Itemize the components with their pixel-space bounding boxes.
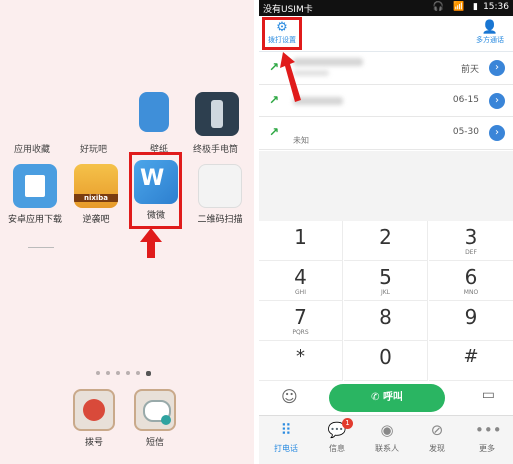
- key-5[interactable]: 5 JKL: [344, 261, 428, 301]
- wallpaper-icon: [139, 92, 169, 132]
- status-bar: 没有USIM卡 🎧 📶 ▮ 15:36: [259, 0, 513, 16]
- call-log-empty-area: [259, 151, 513, 221]
- app-icon-tag: nixiba: [74, 194, 118, 202]
- home-screen: 应用收藏 好玩吧 壁纸 终极手电筒 安卓应用下载 nixiba 逆袭吧 W 微微…: [0, 0, 254, 464]
- red-arrow-icon: [140, 228, 162, 258]
- key-star[interactable]: *: [259, 341, 343, 381]
- page-dot-active: [146, 371, 151, 376]
- tab-label: 更多: [479, 444, 495, 453]
- compass-icon: ⊘: [430, 421, 444, 439]
- call-detail-button[interactable]: ›: [489, 93, 505, 109]
- page-dot: [96, 371, 100, 375]
- call-button[interactable]: ✆ 呼叫: [329, 384, 445, 412]
- highlight-box: [262, 17, 302, 50]
- qr-scan-icon: [198, 164, 242, 208]
- app-flashlight[interactable]: [187, 92, 247, 136]
- outgoing-call-icon: ↗: [269, 125, 280, 139]
- multi-party-call-button[interactable]: 👤 多方通话: [470, 20, 510, 45]
- message-icon: 💬 1: [325, 418, 353, 441]
- tab-messages[interactable]: 💬 1 信息: [312, 418, 362, 454]
- more-icon: •••: [475, 421, 502, 439]
- call-detail-button[interactable]: ›: [489, 60, 505, 76]
- partial-label: 终极手电筒: [193, 145, 239, 155]
- dock-app-dialer[interactable]: 拨号: [64, 389, 124, 448]
- dial-action-bar: ☺ ✆ 呼叫 ▭: [259, 381, 513, 415]
- key-7[interactable]: 7 PQRS: [259, 301, 343, 341]
- clock: 15:36: [483, 2, 509, 12]
- partial-label: 好玩吧: [80, 145, 108, 155]
- key-1[interactable]: 1: [259, 221, 343, 261]
- status-icons: 🎧 📶 ▮: [432, 2, 481, 12]
- app-nixiba[interactable]: nixiba 逆袭吧: [66, 164, 126, 225]
- shopping-bag-icon: [13, 164, 57, 208]
- tab-discover[interactable]: ⊘ 发现: [412, 419, 462, 454]
- app-android-download[interactable]: 安卓应用下载: [5, 164, 65, 225]
- flashlight-icon: [195, 92, 239, 136]
- dialer-screen: 没有USIM卡 🎧 📶 ▮ 15:36 ⚙ 拨打设置 👤 多方通话 ↗ 前天 ›…: [259, 0, 513, 464]
- call-date: 05-30: [452, 127, 479, 137]
- dial-keypad: 1 2 3 DEF 4 GHI 5 JKL 6 MNO 7 PQRS 8 9 * 0 #: [259, 221, 513, 381]
- caller-label: 未知: [293, 136, 309, 145]
- call-button-label: 呼叫: [382, 392, 403, 403]
- page-dot: [126, 371, 130, 375]
- key-9[interactable]: 9: [429, 301, 513, 341]
- tab-more[interactable]: ••• 更多: [462, 419, 512, 454]
- partial-label: 应用收藏: [14, 145, 51, 155]
- sms-icon: [134, 389, 176, 431]
- key-3[interactable]: 3 DEF: [429, 221, 513, 261]
- dock-app-sms[interactable]: 短信: [125, 389, 185, 448]
- key-hash[interactable]: #: [429, 341, 513, 381]
- tab-label: 打电话: [274, 444, 298, 453]
- call-date: 06-15: [452, 95, 479, 105]
- key-6[interactable]: 6 MNO: [429, 261, 513, 301]
- treasure-chest-icon: nixiba: [74, 164, 118, 208]
- page-indicator: [96, 371, 156, 377]
- key-4[interactable]: 4 GHI: [259, 261, 343, 301]
- red-arrow-icon: [280, 52, 301, 102]
- video-call-icon[interactable]: ▭: [482, 387, 495, 403]
- tab-label: 发现: [429, 444, 445, 453]
- phone-icon: ✆: [371, 392, 383, 403]
- bottom-tab-bar: ⠿ 打电话 💬 1 信息 ◉ 联系人 ⊘ 发现 ••• 更多: [259, 415, 513, 464]
- key-2[interactable]: 2: [344, 221, 428, 261]
- app-label: 逆袭吧: [82, 215, 110, 225]
- tab-contacts[interactable]: ◉ 联系人: [362, 419, 412, 454]
- tab-dial[interactable]: ⠿ 打电话: [261, 419, 311, 454]
- page-dot: [106, 371, 110, 375]
- dialer-icon: [73, 389, 115, 431]
- multi-party-call-label: 多方通话: [476, 36, 504, 44]
- unread-badge: 1: [342, 418, 353, 429]
- page-dot: [116, 371, 120, 375]
- app-label: 安卓应用下载: [7, 215, 62, 225]
- call-date: 前天: [460, 65, 479, 75]
- add-contact-icon[interactable]: ☺: [281, 387, 298, 406]
- redacted-name: [293, 58, 363, 66]
- divider: [28, 247, 54, 248]
- page-dot: [136, 371, 140, 375]
- app-label: 二维码扫描: [197, 215, 243, 225]
- keypad-icon: ⠿: [280, 421, 292, 439]
- tab-label: 信息: [329, 444, 345, 453]
- carrier-text: 没有USIM卡: [263, 5, 313, 15]
- contacts-icon: ◉: [380, 421, 394, 439]
- key-8[interactable]: 8: [344, 301, 428, 341]
- highlight-box: [129, 152, 182, 229]
- call-detail-button[interactable]: ›: [489, 125, 505, 141]
- app-qr-scan[interactable]: 二维码扫描: [190, 164, 250, 225]
- app-label: 短信: [145, 438, 164, 448]
- app-wallpaper[interactable]: [134, 92, 174, 132]
- tab-label: 联系人: [375, 444, 399, 453]
- app-label: 拨号: [84, 438, 103, 448]
- group-call-icon: 👤: [481, 20, 499, 35]
- call-log-row[interactable]: ↗ 未知 05-30 ›: [259, 117, 513, 150]
- key-0[interactable]: 0: [344, 341, 428, 381]
